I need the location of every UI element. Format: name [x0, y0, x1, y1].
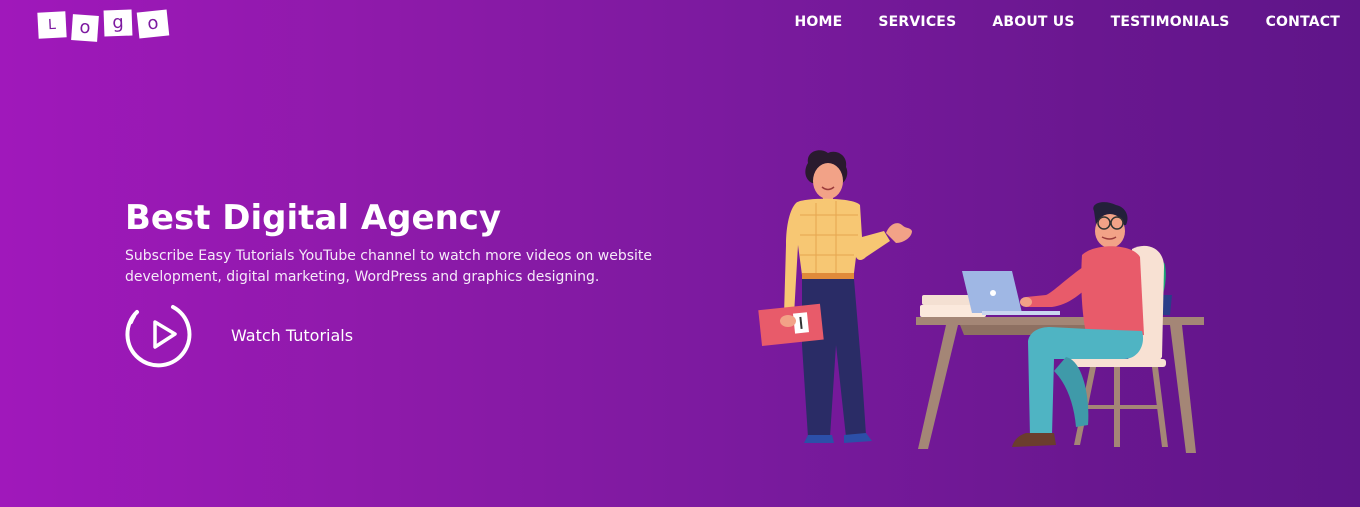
standing-person-figure: [758, 150, 912, 443]
site-header: L o g o HOME SERVICES ABOUT US TESTIMONI…: [0, 0, 1360, 46]
hero-text: Best Digital Agency Subscribe Easy Tutor…: [125, 196, 685, 288]
nav-link-about-us[interactable]: ABOUT US: [992, 14, 1074, 30]
watch-tutorials-button[interactable]: Watch Tutorials: [125, 302, 353, 368]
watch-tutorials-label: Watch Tutorials: [231, 325, 354, 345]
logo[interactable]: L o g o: [37, 8, 174, 42]
nav-link-testimonials[interactable]: TESTIMONIALS: [1111, 14, 1230, 30]
nav-link-contact[interactable]: CONTACT: [1266, 14, 1340, 30]
office-illustration: [758, 150, 1204, 453]
hero-description: Subscribe Easy Tutorials YouTube channel…: [125, 246, 685, 288]
main-nav: HOME SERVICES ABOUT US TESTIMONIALS CONT…: [758, 14, 1340, 30]
hero-description-line2: development, digital marketing, WordPres…: [125, 269, 600, 285]
logo-letter: g: [103, 9, 133, 37]
play-circle-icon[interactable]: [125, 302, 201, 368]
nav-link-services[interactable]: SERVICES: [878, 14, 956, 30]
nav-link-home[interactable]: HOME: [794, 14, 842, 30]
logo-letter: L: [37, 11, 67, 39]
hero-description-line1: Subscribe Easy Tutorials YouTube channel…: [125, 248, 652, 264]
logo-letter: o: [136, 9, 170, 39]
hero-title: Best Digital Agency: [125, 198, 502, 238]
logo-letter: o: [71, 14, 99, 42]
